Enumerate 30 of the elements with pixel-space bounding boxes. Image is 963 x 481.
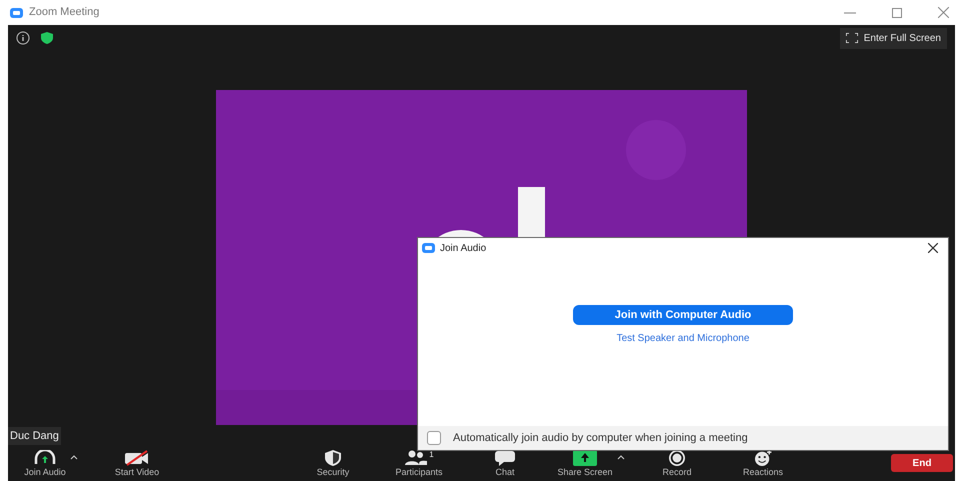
shield-icon (324, 450, 342, 466)
camera-logo-icon (422, 243, 435, 253)
window-title: Zoom Meeting (29, 5, 100, 20)
shield-icon[interactable] (40, 31, 54, 45)
info-icon[interactable] (16, 31, 30, 45)
participant-name: Duc Dang (8, 426, 61, 445)
dialog-title: Join Audio (440, 242, 486, 256)
fullscreen-button[interactable]: Enter Full Screen (840, 28, 947, 48)
end-button[interactable]: End (891, 454, 953, 472)
toolbar-button[interactable]: Security (316, 450, 350, 476)
headphones-icon (32, 450, 57, 466)
join-computer-audio-button[interactable]: Join with Computer Audio (573, 305, 793, 325)
toolbar-button[interactable]: Join Audio (24, 450, 66, 476)
participant-count: 1 (429, 450, 434, 458)
close-icon[interactable] (928, 243, 938, 253)
camera-logo-icon (10, 8, 23, 18)
toolbar-button[interactable]: Reactions (742, 450, 784, 476)
checkbox[interactable] (427, 431, 441, 445)
maximize-icon[interactable] (892, 8, 902, 18)
auto-join-label: Automatically join audio by computer when joining a meeting (453, 430, 748, 446)
fullscreen-icon (846, 33, 858, 43)
people-icon (404, 450, 428, 466)
caret-icon[interactable] (616, 454, 625, 460)
test-speaker-link[interactable]: Test Speaker and Microphone (616, 331, 750, 346)
camera-off-icon (124, 450, 150, 466)
toolbar-button[interactable]: Record (662, 450, 692, 476)
toolbar-button[interactable]: Start Video (114, 450, 160, 476)
caret-icon[interactable] (70, 454, 78, 460)
toolbar-button[interactable]: Chat (494, 450, 516, 476)
toolbar-button[interactable]: 1 Participants (395, 450, 443, 476)
